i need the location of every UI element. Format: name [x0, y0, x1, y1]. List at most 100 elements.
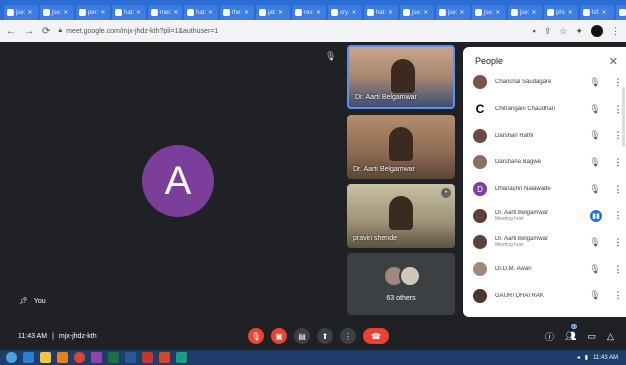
people-button[interactable]: 👥︎ 67: [565, 323, 578, 342]
tab-close-icon[interactable]: ✕: [568, 9, 573, 16]
camera-off-button[interactable]: ▣: [271, 328, 287, 344]
browser-tab[interactable]: jse:✕: [472, 5, 506, 20]
tab-close-icon[interactable]: ✕: [278, 9, 283, 16]
media-icon[interactable]: [57, 352, 68, 363]
share-icon[interactable]: ⇪: [544, 26, 552, 37]
participant-row[interactable]: C Chitrangani Chaudhari 🎙︎ ⋮: [463, 96, 626, 123]
tab-close-icon[interactable]: ✕: [316, 9, 321, 16]
tab-favicon: [475, 9, 482, 16]
muted-mic-icon[interactable]: 🎙︎: [588, 184, 602, 195]
powerpoint-icon[interactable]: [159, 352, 170, 363]
muted-mic-icon[interactable]: 🎙︎: [588, 77, 602, 88]
more-vert-icon[interactable]: ⋮: [610, 264, 626, 275]
more-vert-icon[interactable]: ⋮: [610, 237, 626, 248]
speaking-icon[interactable]: ▮▮: [590, 209, 602, 222]
tab-close-icon[interactable]: ✕: [388, 9, 393, 16]
browser-tab[interactable]: hat: ✕: [112, 5, 146, 20]
start-icon[interactable]: [6, 352, 17, 363]
more-vert-icon[interactable]: ⋮: [610, 157, 626, 168]
camera-icon[interactable]: ▪: [533, 26, 536, 36]
ie-icon[interactable]: [23, 352, 34, 363]
leave-call-button[interactable]: ☎︎: [363, 328, 389, 344]
pdf-icon[interactable]: [142, 352, 153, 363]
scrollbar[interactable]: [622, 87, 625, 147]
tab-close-icon[interactable]: ✕: [352, 9, 357, 16]
back-icon[interactable]: ←: [6, 26, 16, 37]
app2-icon[interactable]: [176, 352, 187, 363]
present-button[interactable]: ⬆: [317, 328, 333, 344]
tab-close-icon[interactable]: ✕: [208, 9, 213, 16]
browser-tab[interactable]: mei: ✕: [148, 5, 182, 20]
browser-tab[interactable]: per: ✕: [76, 5, 110, 20]
participant-row[interactable]: D Dhanashri Nalawade 🎙︎ ⋮: [463, 176, 626, 203]
browser-tab[interactable]: hat: ✕: [184, 5, 218, 20]
tab-close-icon[interactable]: ✕: [136, 9, 141, 16]
tab-close-icon[interactable]: ✕: [531, 9, 536, 16]
tab-close-icon[interactable]: ✕: [244, 9, 249, 16]
info-icon[interactable]: ⓘ: [545, 330, 554, 343]
more-vert-icon[interactable]: ⋮: [610, 184, 626, 195]
more-vert-icon[interactable]: ⋮: [610, 210, 626, 221]
browser-tab[interactable]: res: ✕: [292, 5, 326, 20]
tab-close-icon[interactable]: ✕: [495, 9, 500, 16]
participant-row[interactable]: GAURI DHATRAK 🎙︎ ⋮: [463, 283, 626, 310]
reload-icon[interactable]: ⟳: [42, 26, 50, 37]
tab-close-icon[interactable]: ✕: [423, 9, 428, 16]
tab-close-icon[interactable]: ✕: [173, 9, 178, 16]
muted-mic-icon[interactable]: 🎙︎: [588, 157, 602, 168]
menu-icon[interactable]: ⋮: [611, 26, 620, 37]
word-icon[interactable]: [125, 352, 136, 363]
close-icon[interactable]: ✕: [609, 55, 618, 68]
more-vert-icon[interactable]: ⋮: [610, 290, 626, 301]
participant-row[interactable]: Dr. Aarti Belgamwar Meeting host ▮▮ ⋮: [463, 202, 626, 229]
browser-tab[interactable]: hat: ✕: [364, 5, 398, 20]
captions-button[interactable]: ▤: [294, 328, 310, 344]
muted-mic-icon[interactable]: 🎙︎: [588, 264, 602, 275]
participant-row[interactable]: Darshana Bagwe 🎙︎ ⋮: [463, 149, 626, 176]
browser-tab[interactable]: jse:✕: [508, 5, 542, 20]
profile-avatar[interactable]: [591, 25, 603, 37]
bookmark-star-icon[interactable]: ☆: [559, 26, 567, 37]
tab-close-icon[interactable]: ✕: [63, 9, 68, 16]
participant-row[interactable]: Dr. Aarti Belgamwar Meeting host 🎙︎ ⋮: [463, 229, 626, 256]
chat-icon[interactable]: ▭: [587, 331, 596, 342]
tab-close-icon[interactable]: ✕: [100, 9, 105, 16]
browser-tab[interactable]: jse:✕: [436, 5, 470, 20]
others-tile[interactable]: 63 others: [347, 253, 455, 315]
muted-mic-icon[interactable]: 🎙︎: [588, 290, 602, 301]
chrome-icon[interactable]: [74, 352, 85, 363]
browser-tab[interactable]: the: ✕: [220, 5, 254, 20]
browser-tab[interactable]: jse:✕: [400, 5, 434, 20]
more-options-button[interactable]: ⋮: [340, 328, 356, 344]
pin-icon[interactable]: 📌︎: [19, 297, 28, 305]
url-field[interactable]: 🔒︎ meet.google.com/mjx-jhdz-kth?pli=1&au…: [58, 27, 524, 35]
video-tile[interactable]: • pravin shende: [347, 184, 455, 248]
folder-icon[interactable]: [40, 352, 51, 363]
participant-row[interactable]: Chanchal Saudagare 🎙︎ ⋮: [463, 69, 626, 96]
browser-tab[interactable]: jat: ✕: [256, 5, 290, 20]
browser-tab[interactable]: jse:✕: [40, 5, 74, 20]
forward-icon[interactable]: →: [24, 26, 34, 37]
browser-tab[interactable]: lsf: ✕: [580, 5, 614, 20]
app-icon[interactable]: [91, 352, 102, 363]
muted-mic-icon[interactable]: 🎙︎: [588, 104, 602, 115]
browser-tab[interactable]: jse:✕: [4, 5, 38, 20]
extension-icon[interactable]: ✦: [575, 26, 583, 37]
participant-row[interactable]: Dr.D.M. Awari 🎙︎ ⋮: [463, 256, 626, 283]
muted-mic-icon[interactable]: 🎙︎: [588, 237, 602, 248]
browser-tab[interactable]: jse:✕: [616, 5, 626, 20]
browser-tab[interactable]: cry: ✕: [328, 5, 362, 20]
browser-tab[interactable]: phi: ✕: [544, 5, 578, 20]
tab-close-icon[interactable]: ✕: [459, 9, 464, 16]
network-icon[interactable]: ▮: [585, 354, 588, 361]
mic-off-button[interactable]: 🎙︎: [248, 328, 264, 344]
muted-mic-icon[interactable]: 🎙︎: [588, 130, 602, 141]
tab-close-icon[interactable]: ✕: [602, 9, 607, 16]
activities-icon[interactable]: △: [607, 331, 614, 342]
video-tile[interactable]: Dr. Aarti Belgamwar: [347, 115, 455, 179]
participant-row[interactable]: Darshan Rathi 🎙︎ ⋮: [463, 122, 626, 149]
tab-close-icon[interactable]: ✕: [27, 9, 32, 16]
excel-icon[interactable]: [108, 352, 119, 363]
volume-icon[interactable]: ◂: [577, 354, 580, 361]
video-tile[interactable]: Dr. Aarti Belgamwar: [347, 45, 455, 109]
